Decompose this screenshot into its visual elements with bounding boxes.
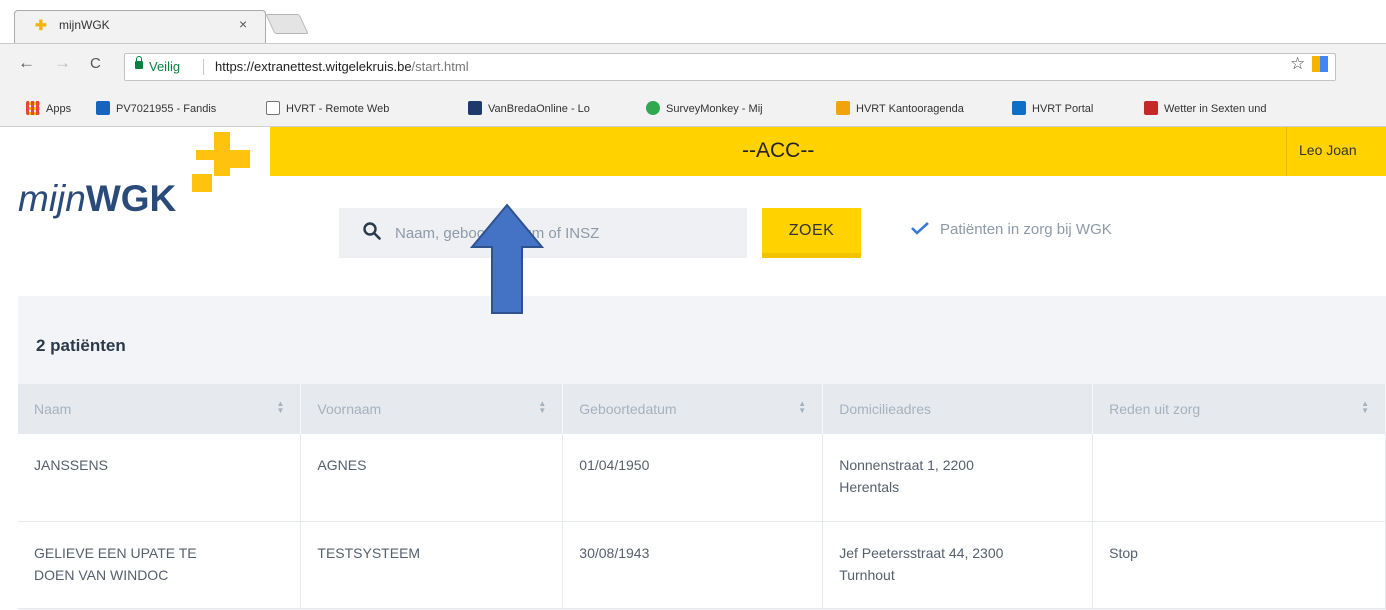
sort-icon[interactable]: ▲ ▼ xyxy=(276,400,284,415)
sort-icon[interactable]: ▲ ▼ xyxy=(1361,400,1369,415)
bookmark-kantooragenda[interactable]: HVRT Kantooragenda xyxy=(836,101,964,115)
bookmark-surveymonkey[interactable]: SurveyMonkey - Mij xyxy=(646,101,763,115)
user-name: Leo Joan xyxy=(1299,142,1357,158)
user-menu[interactable]: Leo Joan xyxy=(1286,127,1386,176)
address-bar[interactable]: Veilig https://extranettest.witgelekruis… xyxy=(124,53,1336,81)
browser-tab[interactable]: ✚ mijnWGK × xyxy=(14,10,266,43)
bookmark-vanbreda[interactable]: VanBredaOnline - Lo xyxy=(468,101,590,115)
annotation-arrow-icon xyxy=(470,203,544,314)
cell-voornaam: TESTSYSTEEM xyxy=(300,521,564,609)
cell-voornaam: AGNES xyxy=(300,434,564,522)
cell-naam: JANSSENS xyxy=(18,434,302,522)
bookmark-fandis[interactable]: PV7021955 - Fandis xyxy=(96,101,216,115)
search-icon xyxy=(363,222,381,240)
filter-label: Patiënten in zorg bij WGK xyxy=(940,221,1112,238)
column-header-domicilieadres: Domicilieadres xyxy=(822,384,1094,434)
cp-icon xyxy=(1144,101,1158,115)
back-icon[interactable]: ← xyxy=(18,53,35,73)
wgk-cross-logo-icon xyxy=(192,132,250,192)
bookmarks-bar: Apps PV7021955 - Fandis HVRT - Remote We… xyxy=(0,91,1386,127)
bookmark-star-icon[interactable]: ☆ xyxy=(1290,54,1305,74)
in-care-filter[interactable]: Patiënten in zorg bij WGK xyxy=(910,221,1112,238)
patients-table: Naam ▲ ▼ Voornaam ▲ ▼ Geboortedatum ▲ ▼ Domici… xyxy=(18,384,1386,609)
cell-geboortedatum: 01/04/1950 xyxy=(562,434,824,522)
cell-geboortedatum: 30/08/1943 xyxy=(562,521,824,609)
page-icon xyxy=(266,101,280,115)
lock-icon xyxy=(135,56,143,69)
cell-adres: Jef Peetersstraat 44, 2300 Turnhout xyxy=(822,521,1094,609)
cell-naam: GELIEVE EEN UPATE TE DOEN VAN WINDOC xyxy=(18,521,302,609)
results-count: 2 patiënten xyxy=(36,336,126,355)
url-text[interactable]: https://extranettest.witgelekruis.be/sta… xyxy=(215,59,469,74)
cell-reden xyxy=(1092,434,1386,522)
tab-title: mijnWGK xyxy=(59,18,110,32)
forward-icon[interactable]: → xyxy=(54,53,71,73)
cell-reden: Stop xyxy=(1092,521,1386,609)
results-panel: 2 patiënten Naam ▲ ▼ Voornaam ▲ ▼ Geboorteda… xyxy=(18,296,1386,610)
cell-adres: Nonnenstraat 1, 2200 Herentals xyxy=(822,434,1094,522)
divider xyxy=(203,59,204,75)
column-header-naam[interactable]: Naam ▲ ▼ xyxy=(18,384,302,434)
column-header-reden[interactable]: Reden uit zorg ▲ ▼ xyxy=(1092,384,1386,434)
app-logo[interactable]: mijnWGK xyxy=(18,178,176,220)
bookmark-wetter[interactable]: Wetter in Sexten und xyxy=(1144,101,1267,115)
reload-icon[interactable]: C xyxy=(90,55,101,72)
bookmark-hvrt-portal[interactable]: HVRT Portal xyxy=(1012,101,1093,115)
bookmark-apps[interactable]: Apps xyxy=(26,101,71,115)
vanbreda-icon xyxy=(468,101,482,115)
search-button[interactable]: ZOEK xyxy=(762,208,861,258)
secure-label: Veilig xyxy=(149,59,181,74)
column-header-voornaam[interactable]: Voornaam ▲ ▼ xyxy=(300,384,564,434)
browser-tabstrip: ✚ mijnWGK × xyxy=(0,0,1386,43)
browser-toolbar: ← → C Veilig https://extranettest.witgel… xyxy=(0,43,1386,91)
sort-icon[interactable]: ▲ ▼ xyxy=(798,400,806,415)
outlook-icon xyxy=(836,101,850,115)
search-input[interactable] xyxy=(395,208,735,258)
checkmark-icon[interactable] xyxy=(910,221,930,235)
fandis-icon xyxy=(96,101,110,115)
wgk-favicon-icon: ✚ xyxy=(35,17,47,33)
table-header-row: Naam ▲ ▼ Voornaam ▲ ▼ Geboortedatum ▲ ▼ Domici… xyxy=(18,384,1386,434)
surveymonkey-icon xyxy=(646,101,660,115)
apps-grid-icon xyxy=(26,101,40,115)
environment-label: --ACC-- xyxy=(742,139,815,162)
sort-icon[interactable]: ▲ ▼ xyxy=(538,400,546,415)
bookmark-hvrt-remote[interactable]: HVRT - Remote Web xyxy=(266,101,389,115)
table-row[interactable]: JANSSENS AGNES 01/04/1950 Nonnenstraat 1… xyxy=(18,434,1386,522)
new-tab-button[interactable] xyxy=(265,14,309,34)
column-header-geboortedatum[interactable]: Geboortedatum ▲ ▼ xyxy=(562,384,824,434)
extension-icon[interactable] xyxy=(1312,56,1328,72)
close-tab-icon[interactable]: × xyxy=(239,16,247,32)
sharepoint-icon xyxy=(1012,101,1026,115)
environment-bar: --ACC-- Leo Joan xyxy=(270,127,1386,176)
table-row[interactable]: GELIEVE EEN UPATE TE DOEN VAN WINDOC TES… xyxy=(18,521,1386,609)
